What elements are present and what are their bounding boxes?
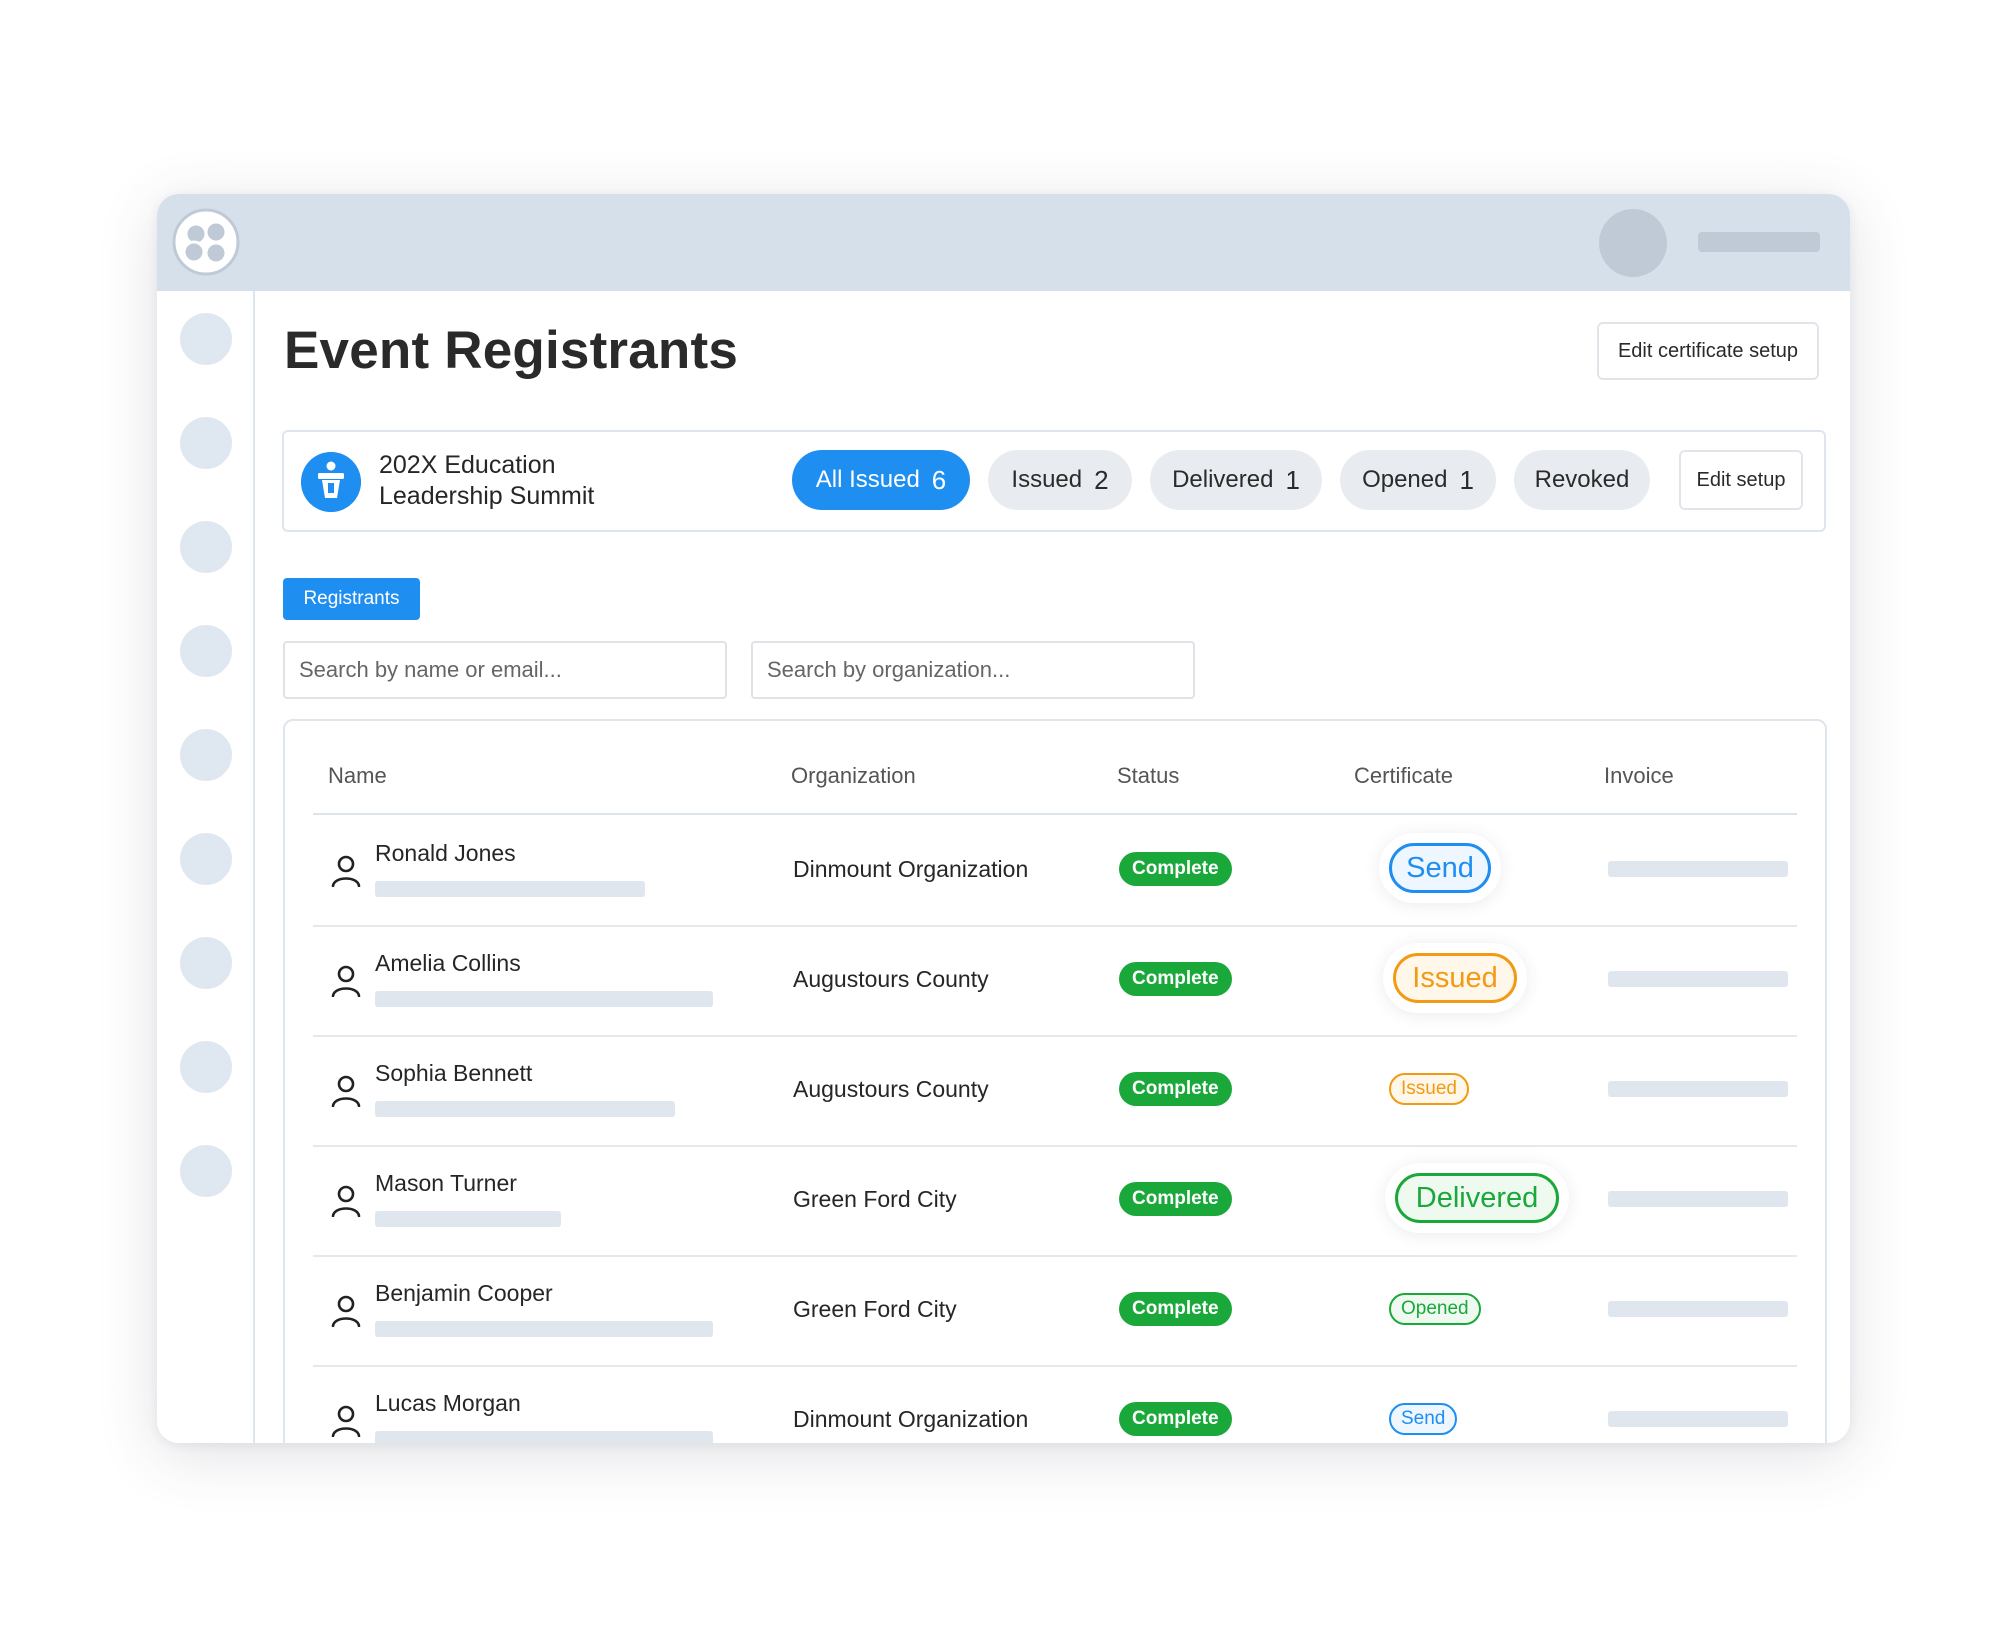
registrant-organization: Green Ford City (793, 1186, 957, 1212)
table-row[interactable]: Sophia Bennett Augustours County Complet… (313, 1035, 1797, 1147)
column-header-invoice[interactable]: Invoice (1604, 763, 1674, 789)
app-logo-icon[interactable] (172, 208, 240, 276)
filter-delivered[interactable]: Delivered 1 (1150, 450, 1322, 510)
podium-speaker-icon (301, 452, 361, 512)
column-header-status[interactable]: Status (1117, 763, 1179, 789)
user-avatar[interactable] (1599, 209, 1667, 277)
edit-setup-button[interactable]: Edit setup (1679, 450, 1803, 510)
email-placeholder (375, 991, 713, 1007)
invoice-placeholder (1608, 861, 1788, 877)
table-row[interactable]: Mason Turner Green Ford City Complete De… (313, 1145, 1797, 1257)
filter-label: All Issued (815, 466, 920, 493)
email-placeholder (375, 1321, 713, 1337)
sidebar-item-7[interactable] (180, 937, 232, 989)
table-row[interactable]: Benjamin Cooper Green Ford City Complete… (313, 1255, 1797, 1367)
edit-certificate-setup-button[interactable]: Edit certificate setup (1597, 322, 1819, 380)
column-header-name[interactable]: Name (328, 763, 387, 789)
registrant-name[interactable]: Lucas Morgan (375, 1390, 521, 1417)
search-name-input[interactable] (283, 641, 727, 699)
filter-count: 1 (1459, 464, 1474, 495)
registrant-organization: Dinmount Organization (793, 856, 1029, 882)
certificate-send-button[interactable]: Send (1389, 1403, 1458, 1435)
filter-count: 6 (931, 464, 947, 495)
invoice-placeholder (1608, 1301, 1788, 1317)
sidebar-item-9[interactable] (180, 1145, 232, 1197)
registrant-organization: Augustours County (793, 1076, 989, 1102)
table-row[interactable]: Ronald Jones Dinmount Organization Compl… (313, 815, 1797, 927)
certificate-issued-badge[interactable]: Issued (1389, 1073, 1469, 1105)
column-header-certificate[interactable]: Certificate (1354, 763, 1453, 789)
invoice-placeholder (1608, 1191, 1788, 1207)
event-card: 202X Education Leadership Summit All Iss… (282, 430, 1826, 532)
sidebar-item-5[interactable] (180, 729, 232, 781)
sidebar-item-2[interactable] (180, 417, 232, 469)
registrant-name[interactable]: Sophia Bennett (375, 1060, 532, 1087)
tab-registrants[interactable]: Registrants (283, 578, 420, 620)
registrant-organization: Green Ford City (793, 1296, 957, 1322)
table-row[interactable]: Amelia Collins Augustours County Complet… (313, 925, 1797, 1037)
sidebar-item-1[interactable] (180, 313, 232, 365)
filter-opened[interactable]: Opened 1 (1340, 450, 1496, 510)
person-icon (331, 855, 361, 887)
filter-all-issued[interactable]: All Issued 6 (792, 450, 970, 510)
registrant-name[interactable]: Amelia Collins (375, 950, 521, 977)
email-placeholder (375, 881, 645, 897)
certificate-send-button[interactable]: Send (1389, 843, 1491, 893)
status-badge: Complete (1119, 962, 1232, 996)
status-badge: Complete (1119, 1292, 1232, 1326)
invoice-placeholder (1608, 1081, 1788, 1097)
sidebar (157, 291, 255, 1443)
invoice-placeholder (1608, 971, 1788, 987)
email-placeholder (375, 1101, 675, 1117)
status-badge: Complete (1119, 1402, 1232, 1436)
filter-label: Opened (1362, 466, 1448, 493)
search-organization-input[interactable] (751, 641, 1195, 699)
email-placeholder (375, 1431, 713, 1443)
registrant-name[interactable]: Mason Turner (375, 1170, 517, 1197)
filter-count: 2 (1094, 464, 1109, 495)
certificate-issued-badge[interactable]: Issued (1393, 953, 1517, 1003)
person-icon (331, 965, 361, 997)
sidebar-item-6[interactable] (180, 833, 232, 885)
registrants-table: Name Organization Status Certificate Inv… (283, 719, 1827, 1443)
certificate-opened-badge[interactable]: Opened (1389, 1293, 1481, 1325)
registrant-name[interactable]: Benjamin Cooper (375, 1280, 553, 1307)
registrant-organization: Augustours County (793, 966, 989, 992)
person-icon (331, 1185, 361, 1217)
filter-revoked[interactable]: Revoked (1514, 450, 1650, 510)
invoice-placeholder (1608, 1411, 1788, 1427)
registrant-organization: Dinmount Organization (793, 1406, 1029, 1432)
filter-label: Delivered (1172, 466, 1274, 493)
sidebar-item-3[interactable] (180, 521, 232, 573)
filter-count: 1 (1285, 464, 1300, 495)
person-icon (331, 1075, 361, 1107)
table-row[interactable]: Lucas Morgan Dinmount Organization Compl… (313, 1365, 1797, 1443)
sidebar-item-8[interactable] (180, 1041, 232, 1093)
filter-label: Issued (1011, 466, 1083, 493)
status-badge: Complete (1119, 1072, 1232, 1106)
top-bar (157, 194, 1850, 291)
registrant-name[interactable]: Ronald Jones (375, 840, 516, 867)
filter-issued[interactable]: Issued 2 (988, 450, 1132, 510)
sidebar-item-4[interactable] (180, 625, 232, 677)
column-header-organization[interactable]: Organization (791, 763, 916, 789)
user-name-placeholder (1698, 232, 1820, 252)
app-window: Event Registrants Edit certificate setup… (157, 194, 1850, 1443)
certificate-delivered-badge[interactable]: Delivered (1395, 1173, 1559, 1223)
page-title: Event Registrants (284, 321, 739, 380)
filter-label: Revoked (1534, 466, 1630, 493)
status-badge: Complete (1119, 852, 1232, 886)
person-icon (331, 1405, 361, 1437)
status-badge: Complete (1119, 1182, 1232, 1216)
person-icon (331, 1295, 361, 1327)
event-name: 202X Education Leadership Summit (379, 451, 595, 510)
email-placeholder (375, 1211, 561, 1227)
